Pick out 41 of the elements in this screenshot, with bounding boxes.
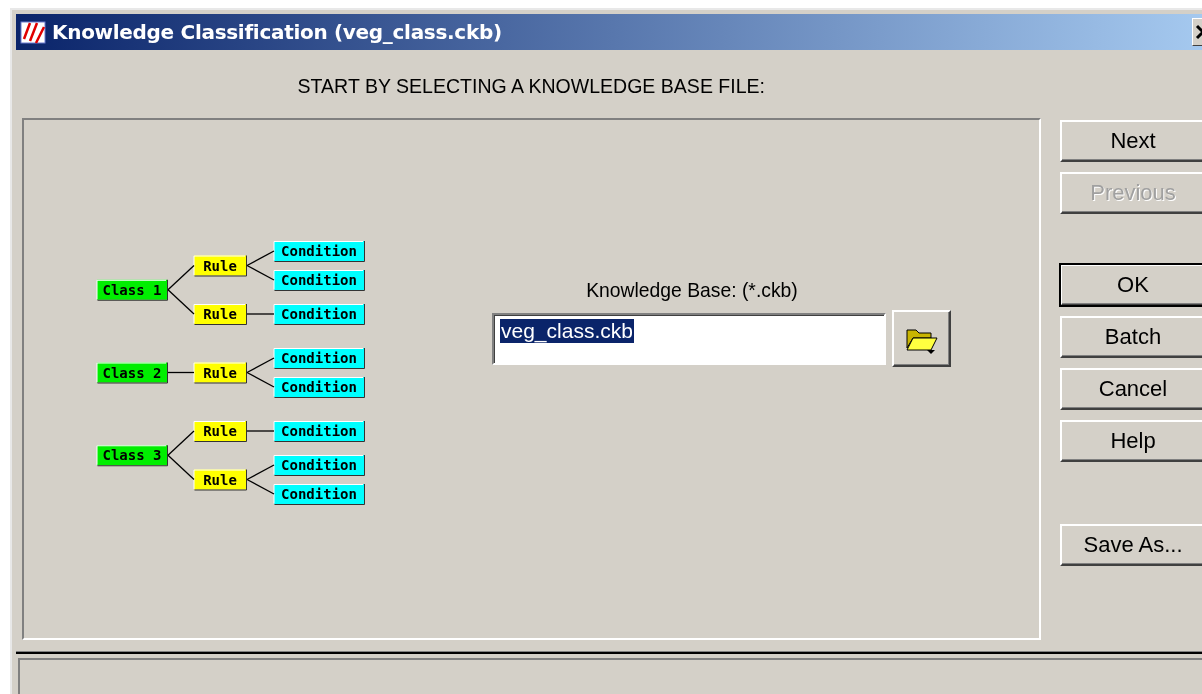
connector-line <box>167 289 195 315</box>
dialog-button[interactable]: Save As... <box>1060 524 1202 566</box>
condition-node: Condition <box>273 303 365 325</box>
rule-node: Rule <box>193 362 247 384</box>
connector-line <box>246 313 275 315</box>
condition-node: Condition <box>273 420 365 442</box>
connector-line <box>167 264 195 291</box>
condition-node: Condition <box>273 376 365 398</box>
connector-line <box>246 250 275 267</box>
condition-node: Condition <box>273 483 365 505</box>
connector-line <box>167 430 195 456</box>
condition-node: Condition <box>273 347 365 369</box>
rule-node: Rule <box>193 255 247 277</box>
condition-node: Condition <box>273 454 365 476</box>
condition-node: Condition <box>273 269 365 291</box>
dialog-button[interactable]: Cancel <box>1060 368 1202 410</box>
connector-line <box>246 478 275 495</box>
field-label: Knowledge Base: (*.ckb) <box>585 278 798 302</box>
connector-line <box>246 371 275 388</box>
dialog-button[interactable]: Next <box>1060 120 1202 162</box>
rule-node: Rule <box>193 420 247 442</box>
window-title: Knowledge Classification (veg_class.ckb) <box>52 20 502 44</box>
class-node: Class 3 <box>96 444 168 467</box>
app-icon <box>20 19 48 45</box>
connector-line <box>167 371 195 374</box>
connector-line <box>246 264 275 281</box>
connector-line <box>167 454 195 481</box>
rule-node: Rule <box>193 469 247 491</box>
file-name-field[interactable]: veg_class.ckb <box>492 312 886 365</box>
dialog-button[interactable]: Help <box>1060 420 1202 462</box>
class-node: Class 2 <box>96 362 168 384</box>
browse-button[interactable] <box>892 310 951 367</box>
condition-node: Condition <box>273 240 365 262</box>
dialog-button[interactable]: OK <box>1060 264 1202 306</box>
instruction-heading: START BY SELECTING A KNOWLEDGE BASE FILE: <box>297 74 765 98</box>
connector-line <box>246 464 275 481</box>
rule-node: Rule <box>193 303 247 325</box>
dialog-button[interactable]: Batch <box>1060 316 1202 358</box>
connector-line <box>246 430 275 432</box>
class-node: Class 1 <box>96 279 168 301</box>
connector-line <box>246 357 275 374</box>
